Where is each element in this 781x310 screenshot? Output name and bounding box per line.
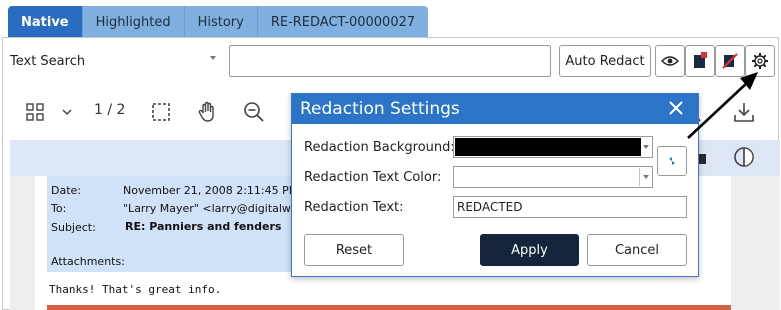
redaction-settings-dialog: Redaction Settings Redaction Background:… [291, 93, 699, 277]
redaction-text-value: REDACTED [457, 200, 523, 214]
email-date-value: November 21, 2008 2:11:45 PM (- [123, 184, 310, 197]
email-to-value: "Larry Mayer" <larry@digitalwarro [123, 202, 314, 215]
reset-button[interactable]: Reset [304, 234, 404, 266]
email-attachments-label: Attachments: [51, 255, 125, 268]
page-menu-button[interactable] [58, 104, 76, 120]
thumbnail-grid-button[interactable] [24, 101, 46, 123]
email-to-label: To: [51, 202, 67, 215]
search-input[interactable] [229, 45, 551, 77]
grid-icon [26, 103, 44, 121]
cancel-button[interactable]: Cancel [587, 234, 687, 266]
text-color-select[interactable] [453, 166, 653, 188]
select-area-button[interactable] [149, 100, 173, 124]
email-subject-label: Subject: [51, 221, 96, 234]
tab-highlighted[interactable]: Highlighted [82, 6, 185, 38]
zoom-out-icon [244, 102, 264, 122]
tab-document-id[interactable]: RE-REDACT-00000027 [257, 6, 429, 38]
email-date-label: Date: [51, 184, 81, 197]
email-subject-value: RE: Panniers and fenders [125, 220, 282, 233]
auto-redact-button[interactable]: Auto Redact [559, 45, 651, 77]
search-mode-select[interactable]: Text Search [10, 46, 222, 76]
tab-history[interactable]: History [184, 6, 258, 38]
chevron-down-icon [210, 56, 216, 60]
text-color-label: Redaction Text Color: [304, 170, 442, 185]
dialog-title: Redaction Settings [300, 99, 460, 119]
page-indicator: 1 / 2 [94, 102, 126, 118]
selection-icon [152, 103, 170, 121]
hand-icon [198, 101, 214, 122]
chevron-down-icon [62, 109, 72, 116]
redaction-text-input[interactable]: REDACTED [453, 196, 687, 218]
eye-icon [661, 56, 679, 66]
redaction-text-label: Redaction Text: [304, 200, 404, 215]
chevron-down-icon [643, 145, 649, 149]
background-color-swatch [455, 138, 641, 156]
background-color-select[interactable] [453, 136, 653, 158]
chevron-down-icon [643, 175, 649, 179]
zoom-out-button[interactable] [242, 100, 266, 124]
tab-bar: Native Highlighted History RE-REDACT-000… [8, 6, 429, 38]
pointer-arrow-icon [687, 72, 758, 139]
dialog-header: Redaction Settings [292, 94, 698, 124]
select-divider [639, 168, 640, 186]
swap-colors-button[interactable] [657, 146, 687, 176]
search-mode-label: Text Search [10, 53, 86, 69]
pan-button[interactable] [194, 99, 220, 125]
tab-native[interactable]: Native [8, 6, 83, 38]
email-body-line: Thanks! That's great info. [49, 283, 222, 296]
swap-icon [669, 157, 675, 165]
apply-button[interactable]: Apply [480, 234, 579, 266]
note-icon [699, 154, 706, 164]
background-label: Redaction Background: [304, 140, 455, 155]
redaction-highlight [47, 305, 731, 310]
